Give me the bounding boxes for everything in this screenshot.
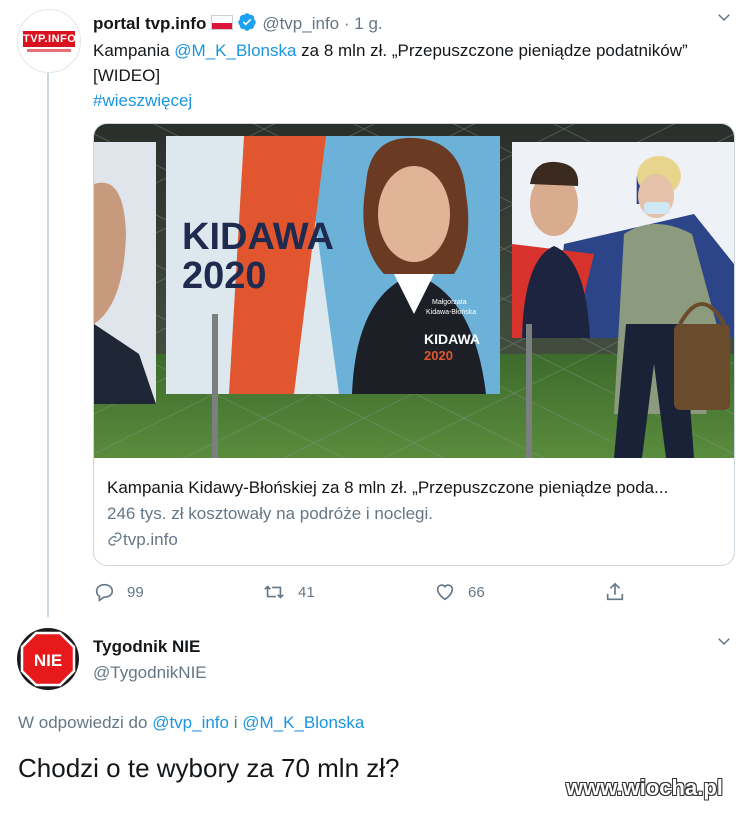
card-description: 246 tys. zł kosztowały na podróże i nocl… bbox=[107, 504, 434, 523]
tweet-header: portal tvp.info @tvp_info · 1 g. bbox=[93, 12, 383, 38]
thread-line bbox=[47, 72, 49, 617]
reply-mention-blonska[interactable]: @M_K_Blonska bbox=[242, 713, 364, 732]
reply-tweet-text: Chodzi o te wybory za 70 mln zł? bbox=[18, 753, 400, 783]
like-icon bbox=[436, 584, 454, 601]
reply-button[interactable]: 99 bbox=[93, 580, 144, 604]
reply-mention-tvp[interactable]: @tvp_info bbox=[152, 713, 229, 732]
card-domain: tvp.info bbox=[123, 530, 178, 549]
replying-to-label: W odpowiedzi do bbox=[18, 713, 153, 732]
tvp-logo-underline bbox=[27, 49, 71, 52]
author-handle[interactable]: @tvp_info bbox=[262, 14, 339, 33]
like-count: 66 bbox=[468, 583, 485, 601]
avatar[interactable]: TVP.INFO bbox=[17, 9, 81, 73]
share-icon bbox=[606, 582, 624, 601]
reply-count: 99 bbox=[127, 583, 144, 601]
poster-year: 2020 bbox=[182, 255, 267, 297]
reply-icon bbox=[95, 583, 114, 602]
tweet-text-prefix: Kampania bbox=[93, 41, 175, 60]
poster-person-name: Małgorzata bbox=[432, 299, 467, 306]
avatar[interactable]: NIE bbox=[17, 628, 79, 690]
poster-headline: KIDAWA bbox=[182, 216, 334, 258]
card-domain-row: tvp.info bbox=[107, 529, 178, 551]
verified-badge-icon bbox=[237, 12, 257, 38]
poster-small-title: KIDAWA bbox=[424, 331, 480, 347]
watermark: www.wiocha.pl bbox=[566, 775, 723, 800]
author-name[interactable]: portal tvp.info bbox=[93, 14, 206, 33]
chevron-down-icon[interactable] bbox=[715, 8, 733, 31]
like-button[interactable]: 66 bbox=[434, 580, 485, 604]
author-name[interactable]: Tygodnik NIE bbox=[93, 636, 200, 658]
share-button[interactable] bbox=[604, 580, 638, 604]
poster-person-surname: Kidawa-Błońska bbox=[426, 309, 476, 316]
reply-and: i bbox=[229, 713, 243, 732]
tvp-logo: TVP.INFO bbox=[23, 31, 77, 47]
nie-logo: NIE bbox=[34, 651, 62, 670]
link-icon bbox=[107, 530, 123, 549]
timestamp[interactable]: 1 g. bbox=[354, 14, 382, 33]
author-handle[interactable]: @TygodnikNIE bbox=[93, 662, 207, 684]
card-image: KIDAWA 2020 Małgorzata Kidawa-Błońska KI… bbox=[94, 124, 734, 458]
poster-small-year: 2020 bbox=[424, 348, 453, 363]
replying-to-line: W odpowiedzi do @tvp_info i @M_K_Blonska bbox=[18, 712, 364, 734]
retweet-icon bbox=[264, 585, 284, 599]
poland-flag-icon bbox=[211, 15, 234, 30]
separator-dot: · bbox=[343, 14, 350, 33]
card-title: Kampania Kidawy-Błońskiej za 8 mln zł. „… bbox=[107, 478, 669, 497]
mention-link[interactable]: @M_K_Blonska bbox=[174, 41, 296, 60]
retweet-count: 41 bbox=[298, 583, 315, 601]
hashtag-link[interactable]: #wieszwięcej bbox=[93, 91, 192, 110]
retweet-button[interactable]: 41 bbox=[262, 580, 315, 604]
link-card[interactable]: KIDAWA 2020 Małgorzata Kidawa-Błońska KI… bbox=[93, 123, 735, 566]
tweet-text: Kampania @M_K_Blonska za 8 mln zł. „Prze… bbox=[93, 38, 713, 113]
chevron-down-icon[interactable] bbox=[715, 632, 733, 655]
